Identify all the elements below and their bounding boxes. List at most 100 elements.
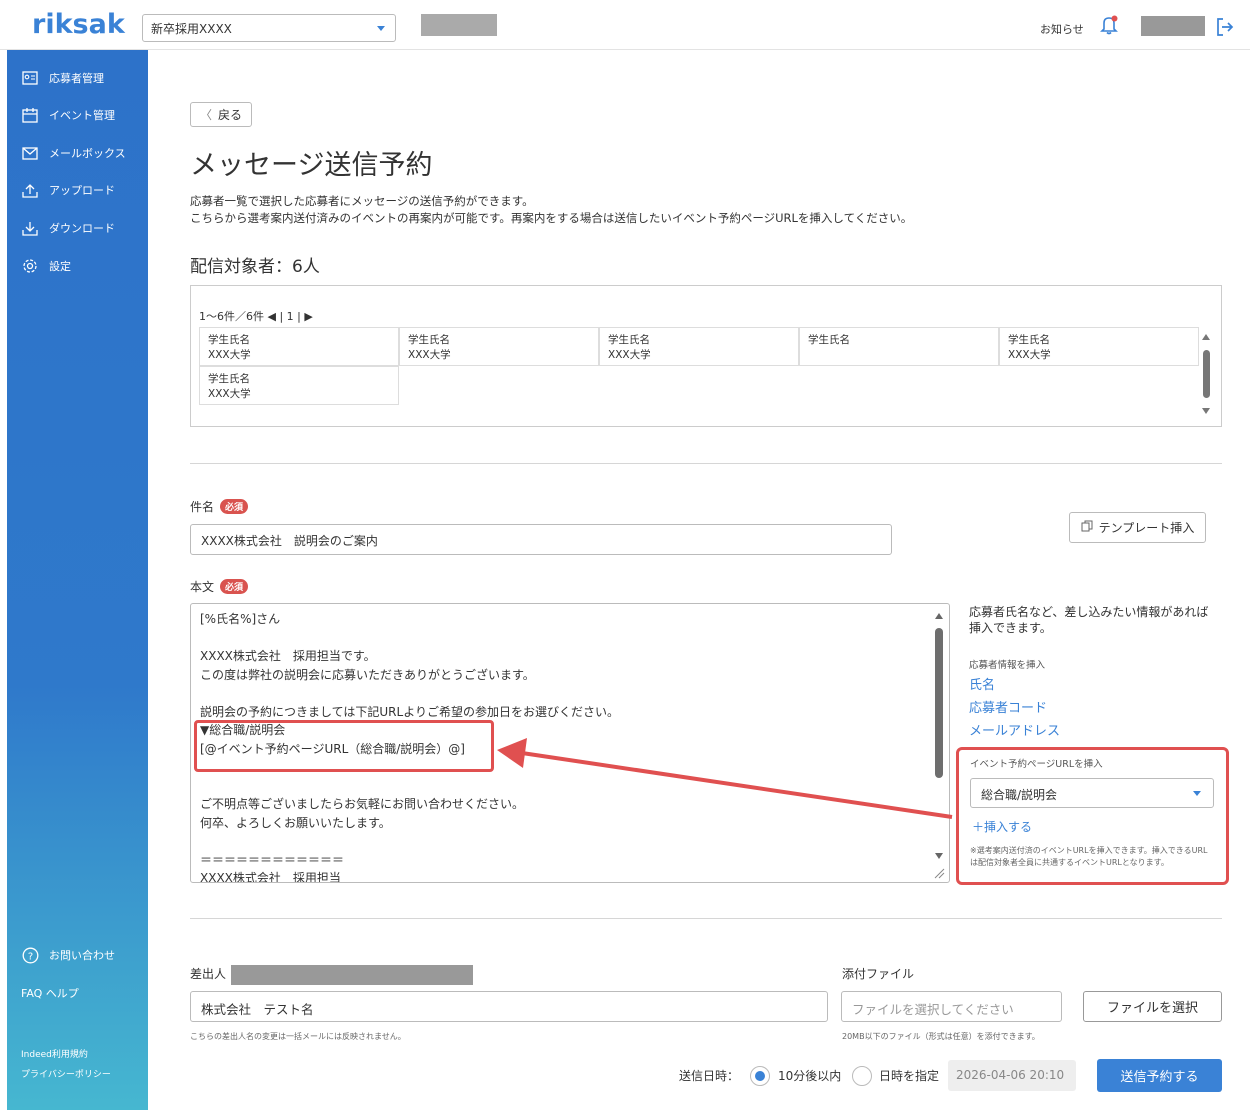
terms-link[interactable]: Indeed利用規約 [21, 1047, 88, 1060]
insert-email-link[interactable]: メールアドレス [969, 720, 1060, 739]
insert-name-link[interactable]: 氏名 [969, 674, 995, 693]
highlight-box-panel [956, 747, 1229, 885]
project-select[interactable]: 新卒採用XXXX [142, 14, 396, 42]
redacted-block [421, 14, 497, 36]
recipient-cell: 学生氏名 [799, 327, 999, 366]
notice-link[interactable]: お知らせ [1040, 21, 1084, 37]
sidebar-item-label: FAQ ヘルプ [21, 987, 79, 1000]
student-name: 学生氏名 [808, 334, 850, 346]
template-insert-button[interactable]: テンプレート挿入 [1069, 512, 1206, 543]
sender-note: こちらの差出人名の変更は一括メールには反映されません。 [190, 1032, 406, 1041]
back-button[interactable]: 〈 戻る [190, 102, 252, 127]
description-line: 応募者一覧で選択した応募者にメッセージの送信予約ができます。 [190, 194, 534, 208]
sidebar-item-contact[interactable]: ? お問い合わせ [21, 945, 115, 965]
target-count: 配信対象者：6人 [190, 257, 320, 277]
recipient-scrollbar[interactable] [1201, 332, 1211, 416]
student-school: XXX大学 [608, 349, 651, 361]
scrollbar-thumb[interactable] [935, 628, 943, 778]
body-line [200, 684, 619, 703]
datetime-input[interactable]: 2026-04-06 20:10 [948, 1060, 1076, 1091]
calendar-icon [21, 107, 39, 123]
attachment-note: 20MB以下のファイル（形式は任意）を添付できます。 [842, 1032, 1040, 1041]
redacted-sender-block [231, 965, 473, 985]
question-icon: ? [21, 947, 39, 963]
sidebar-item-label: 応募者管理 [49, 72, 104, 85]
sidebar-item-label: アップロード [49, 184, 115, 197]
radio-specify-label[interactable]: 日時を指定 [879, 1067, 939, 1084]
sidebar-item-label: イベント管理 [49, 109, 115, 122]
privacy-link[interactable]: プライバシーポリシー [21, 1067, 111, 1080]
radio-specify[interactable] [852, 1066, 872, 1086]
subject-label-text: 件名 [190, 500, 215, 514]
choose-file-button[interactable]: ファイルを選択 [1083, 991, 1222, 1022]
logout-icon[interactable] [1214, 16, 1236, 38]
section-divider [190, 918, 1222, 919]
back-button-label: 戻る [218, 108, 243, 122]
body-line: 何卒、よろしくお願いいたします。 [200, 815, 391, 830]
sidebar: 応募者管理 イベント管理 メールボックス アップロード ダウンロード 設定 ? [7, 50, 148, 1110]
sidebar-item-settings[interactable]: 設定 [21, 256, 71, 276]
recipient-cell: 学生氏名 XXX大学 [199, 327, 399, 366]
radio-10min[interactable] [750, 1066, 770, 1086]
bell-icon[interactable] [1098, 14, 1120, 36]
insert-panel-intro: 応募者氏名など、差し込みたい情報があれば挿入できます。 [969, 605, 1209, 635]
section-divider [190, 463, 1222, 464]
sidebar-item-help[interactable]: FAQ ヘルプ [21, 983, 79, 1003]
student-school: XXX大学 [208, 388, 251, 400]
scrollbar-thumb[interactable] [1203, 350, 1210, 398]
sidebar-item-applicants[interactable]: 応募者管理 [21, 68, 104, 88]
gear-icon [21, 258, 39, 274]
student-school: XXX大学 [208, 349, 251, 361]
body-line: ご不明点等ございましたらお気軽にお問い合わせください。 [200, 797, 525, 811]
page-title: メッセージ送信予約 [190, 150, 433, 181]
student-school: XXX大学 [408, 349, 451, 361]
body-scrollbar[interactable] [932, 608, 946, 880]
body-line: 説明会の予約につきましては下記URLよりご希望の参加日をお選びください。 [200, 704, 619, 719]
project-select-value: 新卒採用XXXX [151, 22, 232, 36]
sidebar-item-label: お問い合わせ [49, 949, 115, 962]
student-name: 学生氏名 [208, 373, 250, 385]
sidebar-item-upload[interactable]: アップロード [21, 180, 115, 200]
sidebar-item-mailbox[interactable]: メールボックス [21, 143, 126, 163]
body-line [200, 832, 619, 851]
body-line: ＝＝＝＝＝＝＝＝＝＝＝＝ [200, 852, 345, 867]
recipient-cell: 学生氏名 XXX大学 [199, 366, 399, 405]
recipient-cell: 学生氏名 XXX大学 [399, 327, 599, 366]
radio-10min-label[interactable]: 10分後以内 [778, 1067, 841, 1084]
copy-icon [1081, 520, 1093, 535]
body-line: [%氏名%]さん [200, 612, 281, 626]
recipient-list: 1～6件／6件 ◀ | 1 | ▶ 学生氏名 XXX大学 学生氏名 XXX大学 … [190, 285, 1222, 427]
sidebar-item-label: 設定 [49, 260, 71, 273]
app-logo[interactable]: riksak [32, 9, 125, 40]
upload-icon [21, 182, 39, 198]
description-line: こちらから選考案内送付済みのイベントの再案内が可能です。再案内をする場合は送信し… [190, 211, 913, 225]
send-time-label: 送信日時： [679, 1069, 740, 1083]
file-input[interactable]: ファイルを選択してください [841, 991, 1062, 1022]
chevron-left-icon: 〈 [199, 108, 212, 122]
sidebar-item-label: ダウンロード [49, 222, 115, 235]
applicant-card-icon [21, 70, 39, 86]
student-school: XXX大学 [1008, 349, 1051, 361]
subject-label: 件名 必須 [190, 498, 249, 515]
template-insert-label: テンプレート挿入 [1098, 521, 1195, 535]
attachment-label: 添付ファイル [842, 967, 915, 981]
body-line [200, 629, 619, 648]
sidebar-item-label: メールボックス [49, 147, 126, 160]
student-name: 学生氏名 [208, 334, 250, 346]
submit-schedule-button[interactable]: 送信予約する [1097, 1059, 1222, 1092]
student-name: 学生氏名 [1008, 334, 1050, 346]
pager[interactable]: 1～6件／6件 ◀ | 1 | ▶ [199, 308, 313, 324]
recipient-cell: 学生氏名 XXX大学 [999, 327, 1199, 366]
sidebar-item-events[interactable]: イベント管理 [21, 105, 115, 125]
student-name: 学生氏名 [408, 334, 450, 346]
sidebar-item-download[interactable]: ダウンロード [21, 218, 115, 238]
download-icon [21, 220, 39, 236]
top-header: riksak 新卒採用XXXX お知らせ [0, 0, 1250, 50]
recipient-cell: 学生氏名 XXX大学 [599, 327, 799, 366]
redacted-user-block [1141, 16, 1205, 36]
sender-input[interactable]: 株式会社 テスト名 [190, 991, 828, 1022]
subject-input[interactable]: XXXX株式会社 説明会のご案内 [190, 524, 892, 555]
mail-icon [21, 145, 39, 161]
insert-code-link[interactable]: 応募者コード [969, 697, 1047, 716]
body-line: この度は弊社の説明会に応募いただきありがとうございます。 [200, 667, 535, 682]
